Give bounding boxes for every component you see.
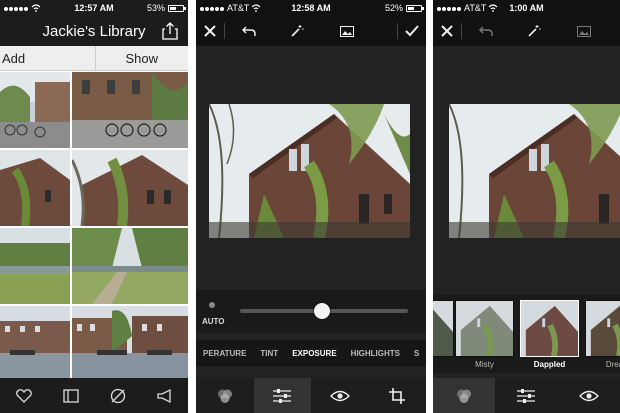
crop-icon: [389, 387, 406, 404]
auto-fix-button[interactable]: [520, 16, 548, 46]
filters-icon: [457, 389, 472, 403]
add-show-segment: Add Show: [0, 46, 188, 71]
close-icon: [441, 25, 453, 37]
battery-percent: 53%: [146, 3, 165, 13]
status-bar: AT&T 1:00 AM: [433, 0, 620, 16]
photo-canvas: [449, 104, 620, 238]
preview-tab[interactable]: [558, 378, 620, 413]
compare-button[interactable]: [333, 16, 361, 46]
filter-thumbnail: [585, 300, 620, 357]
share-icon[interactable]: [162, 22, 178, 40]
photo-thumbnail[interactable]: [72, 306, 188, 382]
photo-thumbnail[interactable]: [0, 228, 70, 304]
toolbar-divider: [224, 23, 225, 39]
filter-misty[interactable]: Misty: [455, 300, 514, 369]
megaphone-icon[interactable]: [156, 387, 174, 405]
preview-tab[interactable]: [311, 378, 369, 413]
photo-thumbnail[interactable]: [72, 228, 188, 304]
add-button[interactable]: Add: [0, 46, 96, 70]
filter-thumbnail: [433, 300, 454, 357]
filters-icon: [217, 389, 232, 403]
status-bar: 12:57 AM 53%: [0, 0, 188, 16]
auto-fix-button[interactable]: [283, 16, 311, 46]
eye-icon: [329, 390, 350, 401]
close-button[interactable]: [196, 16, 224, 46]
filter-strip: Misty Dappled Drea: [433, 295, 620, 373]
filter-name: Misty: [475, 360, 494, 369]
adjust-screen: AT&T 12:58 AM 52% AUTO PERATURE TINT EXP…: [196, 0, 426, 413]
filter-name: Drea: [605, 360, 620, 369]
tab-highlights[interactable]: HIGHLIGHTS: [344, 349, 407, 358]
undo-button[interactable]: [235, 16, 263, 46]
sync-off-icon[interactable]: [109, 387, 127, 405]
status-bar: AT&T 12:58 AM 52%: [196, 0, 426, 16]
photo-thumbnail[interactable]: [0, 72, 70, 148]
battery-icon: [406, 4, 424, 12]
editor-toolbar: [196, 16, 426, 46]
apply-button[interactable]: [398, 16, 426, 46]
checkmark-icon: [405, 25, 419, 37]
auto-label[interactable]: AUTO: [202, 317, 225, 326]
tab-tint[interactable]: TINT: [253, 349, 285, 358]
library-header: Jackie's Library: [0, 16, 188, 46]
photo-thumbnail[interactable]: [72, 150, 188, 226]
sliders-icon: [273, 388, 292, 403]
edit-card-icon[interactable]: [62, 387, 80, 405]
church-photo: [449, 104, 620, 238]
close-button[interactable]: [433, 16, 461, 46]
status-time: 1:00 AM: [509, 3, 544, 13]
adjustments-tab[interactable]: [495, 378, 557, 413]
image-icon: [577, 25, 591, 37]
sliders-icon: [517, 388, 536, 403]
photo-thumbnail[interactable]: [72, 72, 188, 148]
tab-s[interactable]: S: [407, 349, 426, 358]
filter-item[interactable]: [433, 300, 454, 360]
filters-tab[interactable]: [196, 378, 254, 413]
battery-icon: [168, 4, 186, 12]
eye-icon: [578, 390, 599, 401]
adjustment-tabs: PERATURE TINT EXPOSURE HIGHLIGHTS S: [196, 340, 426, 366]
tab-perature[interactable]: PERATURE: [196, 349, 253, 358]
adjustments-tab[interactable]: [253, 378, 311, 413]
library-tab-bar: [0, 378, 188, 413]
filter-thumbnail: [455, 300, 514, 357]
photo-canvas: [209, 104, 410, 238]
exposure-slider-panel: AUTO: [196, 290, 426, 333]
image-icon: [340, 25, 354, 37]
filter-dappled[interactable]: Dappled: [520, 300, 579, 369]
compare-button[interactable]: [570, 16, 598, 46]
photo-grid: [0, 72, 188, 382]
undo-icon: [242, 26, 256, 36]
photo-thumbnail[interactable]: [0, 150, 70, 226]
library-screen: 12:57 AM 53% Jackie's Library Add Show: [0, 0, 188, 413]
heart-icon[interactable]: [15, 387, 33, 405]
crop-tab[interactable]: [369, 378, 427, 413]
undo-icon: [479, 26, 493, 36]
battery-percent: 52%: [384, 3, 403, 13]
exposure-slider-thumb[interactable]: [314, 303, 331, 319]
close-icon: [204, 25, 216, 37]
page-title: Jackie's Library: [42, 22, 146, 40]
filter-drea[interactable]: Drea: [585, 300, 620, 369]
editor-bottom-bar: [433, 378, 620, 413]
auto-indicator[interactable]: [209, 302, 215, 308]
tab-exposure[interactable]: EXPOSURE: [285, 349, 343, 358]
photo-thumbnail[interactable]: [0, 306, 70, 382]
show-button[interactable]: Show: [96, 46, 189, 70]
magic-wand-icon: [291, 25, 304, 37]
undo-button[interactable]: [472, 16, 500, 46]
magic-wand-icon: [528, 25, 541, 37]
editor-bottom-bar: [196, 378, 426, 413]
editor-toolbar: [433, 16, 620, 46]
filters-screen: AT&T 1:00 AM Misty Dappled Dre: [433, 0, 620, 413]
filters-tab[interactable]: [433, 378, 496, 413]
toolbar-divider: [461, 23, 462, 39]
church-photo: [209, 104, 410, 238]
filter-thumbnail: [520, 300, 579, 357]
filter-name: Dappled: [533, 360, 566, 369]
